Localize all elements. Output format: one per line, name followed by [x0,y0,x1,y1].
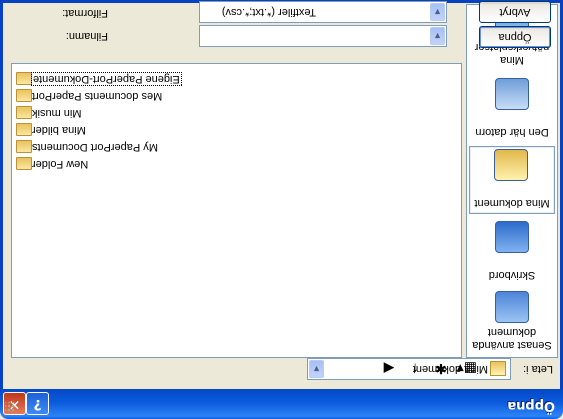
cancel-button[interactable]: Avbryt [479,1,551,23]
my-documents-icon [494,149,528,181]
filetype-combo[interactable]: Textfiler (*.txt;*.csv) ▼ [199,1,447,23]
folder-icon [16,106,32,120]
recent-documents-icon [495,291,529,323]
list-item[interactable]: Mina bilder [14,122,184,138]
chevron-down-icon: ▼ [433,31,442,41]
place-label: Skrivbord [488,269,536,281]
list-item[interactable]: My PaperPort Documents [14,139,184,155]
file-list[interactable]: Eigene PaperPort-Dokumente Mes documents … [11,63,462,358]
filename-dropdown-button[interactable]: ▼ [430,27,445,45]
list-item[interactable]: Min musik [14,105,184,121]
place-item[interactable]: Mina dokument [469,146,555,214]
desktop-icon [495,221,529,253]
places-bar: Senast använda dokument Skrivbord Mina dok… [466,4,558,358]
place-label: Den här datorn [475,126,549,138]
file-name: Mina bilder [32,123,86,136]
place-item[interactable]: Den här datorn [469,74,555,142]
open-dialog: Öppna ? ✕ Leta i: Mina dokument ▼ ◀↑✱▦▾ … [0,0,563,419]
views-menu-icon[interactable]: ▦▾ [457,359,477,379]
list-item[interactable]: Eigene PaperPort-Dokumente [14,71,184,87]
folder-icon [16,123,32,137]
folder-icon [16,89,32,103]
place-item[interactable]: Senast använda dokument [469,287,555,355]
filename-field[interactable]: ▼ [199,25,447,47]
folder-icon [16,140,32,154]
place-label: Senast använda dokument [472,326,552,351]
file-name: Eigene PaperPort-Dokumente [31,71,182,86]
back-icon[interactable]: ◀ [379,359,399,379]
my-computer-icon [495,78,529,110]
chevron-down-icon: ▼ [312,364,321,374]
open-button[interactable]: Öppna [479,26,551,48]
file-name: Min musik [32,106,82,119]
folder-icon [16,157,32,171]
new-folder-icon[interactable]: ✱ [431,359,451,379]
folder-icon [16,72,32,86]
window-frame-right [0,0,3,389]
place-label: Mina dokument [474,197,550,209]
file-name: My PaperPort Documents [32,140,158,153]
filetype-dropdown-button[interactable]: ▼ [430,3,445,21]
list-item[interactable]: New Folder [14,156,184,172]
file-name: New Folder [32,157,89,170]
look-in-label: Leta i: [523,363,553,375]
filename-label: Filnamn: [65,30,108,42]
up-folder-icon[interactable]: ↑ [405,359,425,379]
file-name: Mes documents PaperPort [32,89,163,102]
help-icon: ? [33,396,42,412]
place-item[interactable]: Skrivbord [469,217,555,285]
look-in-dropdown-button[interactable]: ▼ [309,360,324,378]
title-bar[interactable]: Öppna ? ✕ [0,389,563,419]
filetype-label: Filformat: [62,7,108,19]
list-item[interactable]: Mes documents PaperPort [14,88,184,104]
resize-grip[interactable] [5,402,15,412]
filetype-value: Textfiler (*.txt;*.csv) [221,6,316,18]
help-button[interactable]: ? [26,392,49,415]
chevron-down-icon: ▼ [433,7,442,17]
my-documents-small-icon [490,361,506,376]
window-title: Öppna [507,398,555,413]
